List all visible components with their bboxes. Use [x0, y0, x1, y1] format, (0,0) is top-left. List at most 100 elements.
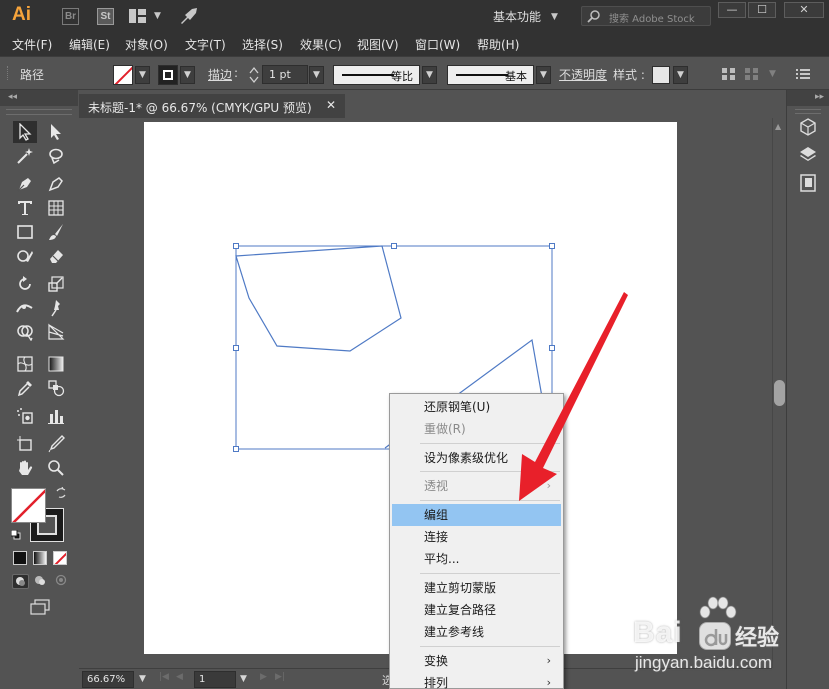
default-colors-icon[interactable]: [10, 529, 21, 540]
bbox-handle-top-center[interactable]: [391, 243, 397, 249]
menu-file[interactable]: 文件(F): [12, 36, 52, 53]
stroke-label[interactable]: 描边: [208, 66, 232, 83]
fill-color-box[interactable]: [11, 488, 46, 523]
artboard-dropdown[interactable]: ▼: [237, 671, 250, 688]
swap-fill-stroke-icon[interactable]: [55, 486, 67, 499]
eraser-tool[interactable]: [44, 245, 68, 267]
perspective-grid-tool[interactable]: [44, 321, 68, 343]
stock-button[interactable]: St: [97, 8, 114, 25]
previous-artboard-icon[interactable]: ◀: [176, 672, 183, 682]
gpu-performance-icon[interactable]: [178, 5, 200, 27]
profile-dropdown[interactable]: ▼: [422, 66, 437, 84]
bbox-handle-middle-left[interactable]: [233, 345, 239, 351]
document-tab[interactable]: 未标题-1* @ 66.67% (CMYK/GPU 预览) ✕: [79, 94, 345, 118]
bbox-handle-top-right[interactable]: [549, 243, 555, 249]
screen-mode-button[interactable]: [29, 599, 51, 616]
bbox-handle-top-left[interactable]: [233, 243, 239, 249]
asset-export-icon[interactable]: [798, 173, 818, 193]
vertical-scroll-thumb[interactable]: [774, 380, 785, 406]
context-menu-item[interactable]: 建立复合路径: [392, 599, 561, 621]
stroke-weight-dropdown[interactable]: ▼: [309, 66, 324, 84]
context-menu-item[interactable]: 建立参考线: [392, 621, 561, 643]
gradient-mode-button[interactable]: [33, 551, 47, 565]
width-tool[interactable]: [13, 297, 37, 319]
menu-view[interactable]: 视图(V): [357, 36, 399, 53]
selection-tool[interactable]: [13, 121, 37, 143]
transform-icon[interactable]: [745, 68, 759, 80]
scroll-up-icon[interactable]: ▲: [775, 122, 781, 131]
context-menu-item[interactable]: 还原钢笔(U): [392, 396, 561, 418]
graphic-style-swatch[interactable]: [652, 66, 670, 84]
mesh-tool[interactable]: [13, 353, 37, 375]
rotate-tool[interactable]: [13, 273, 37, 295]
none-mode-button[interactable]: [53, 551, 67, 565]
bridge-button[interactable]: Br: [62, 8, 79, 25]
context-menu-item[interactable]: 设为像素级优化: [392, 447, 561, 469]
shape-builder-tool[interactable]: [13, 321, 37, 343]
puppet-warp-tool[interactable]: [44, 297, 68, 319]
context-menu-item[interactable]: 建立剪切蒙版: [392, 577, 561, 599]
stock-search-input[interactable]: 搜索 Adobe Stock: [581, 6, 711, 26]
context-menu-item[interactable]: 透视 ›: [392, 475, 561, 497]
maximize-button[interactable]: ☐: [748, 2, 776, 18]
context-menu-item[interactable]: 排列 ›: [392, 672, 561, 689]
workspace-chevron-icon[interactable]: ▼: [551, 12, 558, 22]
chevron-down-icon[interactable]: ▼: [154, 11, 161, 21]
menu-object[interactable]: 对象(O): [125, 36, 168, 53]
layers-icon[interactable]: [798, 145, 818, 165]
color-mode-button[interactable]: [13, 551, 27, 565]
workspace-switcher[interactable]: 基本功能: [493, 8, 541, 25]
minimize-button[interactable]: —: [718, 2, 746, 18]
menu-type[interactable]: 文字(T): [185, 36, 226, 53]
tools-collapse-button[interactable]: ◂◂: [0, 90, 78, 106]
stroke-color-dropdown[interactable]: ▼: [180, 66, 195, 84]
tools-panel-grip[interactable]: [6, 109, 72, 115]
control-bar-grip[interactable]: [7, 66, 10, 80]
draw-behind-button[interactable]: [33, 574, 50, 589]
context-menu-item[interactable]: 重做(R): [392, 418, 561, 440]
artboard-tool[interactable]: [13, 433, 37, 455]
context-menu-item[interactable]: 变换 ›: [392, 650, 561, 672]
style-dropdown[interactable]: ▼: [673, 66, 688, 84]
stroke-stepper-icon[interactable]: [249, 65, 259, 85]
bbox-handle-bottom-left[interactable]: [233, 446, 239, 452]
zoom-tool[interactable]: [44, 457, 68, 479]
bbox-handle-middle-right[interactable]: [549, 345, 555, 351]
last-artboard-icon[interactable]: ▶|: [275, 672, 285, 682]
fill-dropdown[interactable]: ▼: [135, 66, 150, 84]
menu-edit[interactable]: 编辑(E): [69, 36, 110, 53]
menu-select[interactable]: 选择(S): [242, 36, 283, 53]
scale-tool[interactable]: [44, 273, 68, 295]
arrange-documents-icon[interactable]: [129, 9, 146, 23]
next-artboard-icon[interactable]: ▶: [260, 672, 267, 682]
type-tool[interactable]: [13, 197, 37, 219]
pen-tool[interactable]: [13, 173, 37, 195]
menu-window[interactable]: 窗口(W): [415, 36, 460, 53]
close-button[interactable]: ✕: [784, 2, 824, 18]
opacity-label[interactable]: 不透明度: [559, 66, 607, 83]
stroke-color-swatch[interactable]: [158, 65, 178, 85]
first-artboard-icon[interactable]: |◀: [159, 672, 169, 682]
draw-inside-button[interactable]: [54, 574, 71, 589]
zoom-dropdown[interactable]: ▼: [136, 671, 149, 688]
lasso-tool[interactable]: [44, 145, 68, 167]
panel-menu-icon[interactable]: [796, 68, 810, 80]
zoom-level-input[interactable]: 66.67%: [82, 671, 134, 688]
context-menu-item[interactable]: 平均...: [392, 548, 561, 570]
brush-dropdown[interactable]: ▼: [536, 66, 551, 84]
magic-wand-tool[interactable]: [13, 145, 37, 167]
blend-tool[interactable]: [44, 377, 68, 399]
grid-tool[interactable]: [44, 197, 68, 219]
column-graph-tool[interactable]: [44, 405, 68, 427]
gradient-tool[interactable]: [44, 353, 68, 375]
eyedropper-tool[interactable]: [13, 377, 37, 399]
shaper-tool[interactable]: [13, 245, 37, 267]
symbol-sprayer-tool[interactable]: [13, 405, 37, 427]
align-icon[interactable]: [722, 68, 736, 80]
stroke-weight-input[interactable]: 1 pt: [262, 65, 308, 84]
slice-tool[interactable]: [44, 433, 68, 455]
draw-normal-button[interactable]: [12, 574, 29, 589]
dock-grip[interactable]: [795, 109, 821, 114]
direct-selection-tool[interactable]: [44, 121, 68, 143]
dock-collapse-button[interactable]: ▸▸: [787, 90, 829, 106]
